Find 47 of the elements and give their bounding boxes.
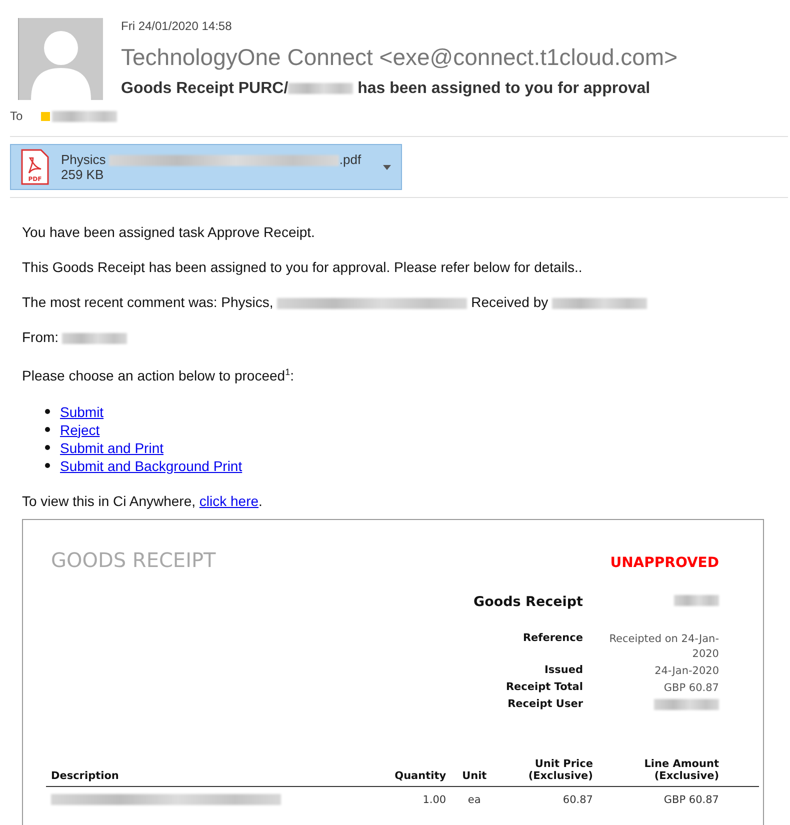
table-cell: 1.00: [368, 786, 452, 813]
action-link[interactable]: Submit: [60, 402, 104, 421]
field-label: Receipt User: [506, 698, 583, 712]
attachment-name: Physics .pdf: [61, 152, 362, 167]
redacted-text: [674, 595, 719, 606]
field-label: Issued: [543, 664, 583, 678]
bullet-icon: [45, 463, 50, 468]
column-header: Description: [46, 758, 369, 786]
bullet-icon: [45, 427, 50, 432]
redacted-text: [654, 699, 719, 710]
email-subject: Goods Receipt PURC/ has been assigned to you for approval: [121, 80, 652, 98]
paragraph: Please choose an action below to proceed$^{1}$:: [22, 366, 295, 385]
redacted-text: [288, 83, 354, 94]
report-title: GOODS RECEIPT: [51, 548, 216, 572]
action-link[interactable]: Submit and Print: [60, 438, 164, 457]
table-cell: ea: [451, 786, 498, 813]
column-header: Quantity: [368, 758, 452, 786]
table-cell: 60.87: [498, 786, 598, 813]
attachment-size: 259 KB: [61, 167, 105, 182]
avatar-icon: [18, 18, 103, 100]
action-link[interactable]: Reject: [60, 420, 100, 439]
sender: TechnologyOne Connect <exe@connect.t1cloud.com>: [121, 44, 678, 71]
redacted-text: [62, 332, 128, 344]
paragraph: This Goods Receipt has been assigned to you for approval. Please refer below for details..: [22, 259, 584, 276]
sent-date: Fri 24/01/2020 14:58: [121, 19, 233, 33]
field-label: Reference: [522, 632, 583, 646]
field-value: Receipted on 24-Jan-2020: [608, 632, 719, 662]
field-label: Receipt Total: [504, 680, 583, 695]
paragraph: You have been assigned task Approve Receipt.: [22, 224, 316, 241]
paragraph: From:: [22, 329, 790, 346]
field-label: Goods Receipt: [474, 594, 583, 610]
caret-icon[interactable]: [383, 164, 391, 170]
column-header: Unit: [451, 758, 498, 786]
table-cell: GBP 60.87: [598, 786, 759, 813]
link[interactable]: click here: [199, 492, 259, 509]
field-value: 24-Jan-2020: [654, 664, 719, 679]
to-label: To: [10, 109, 23, 123]
approval-status: UNAPPROVED: [610, 554, 719, 571]
redacted-text: [52, 110, 117, 122]
action-link[interactable]: Submit and Background Print: [60, 456, 242, 475]
bullet-icon: [45, 409, 50, 414]
column-header: Line Amount (Exclusive): [598, 758, 759, 786]
bullet-icon: [45, 445, 50, 450]
paragraph: To view this in Ci Anywhere, click here.: [22, 492, 264, 510]
column-header: Unit Price (Exclusive): [498, 758, 598, 786]
paragraph: The most recent comment was: Physics, Received by: [22, 294, 790, 311]
field-value: GBP 60.87: [662, 680, 719, 696]
